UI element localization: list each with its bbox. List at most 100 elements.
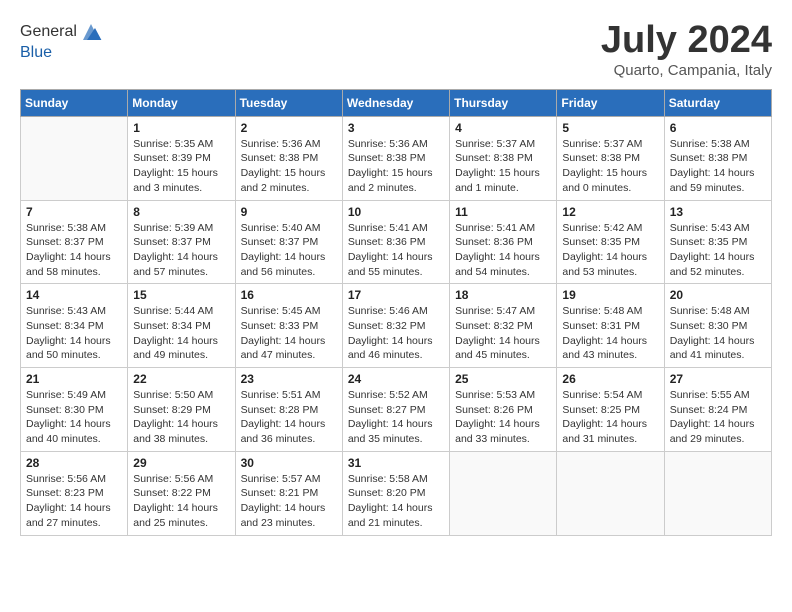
day-info: Sunrise: 5:43 AMSunset: 8:34 PMDaylight:… xyxy=(26,304,122,363)
day-number: 6 xyxy=(670,121,766,135)
day-number: 24 xyxy=(348,372,444,386)
calendar-header-row: SundayMondayTuesdayWednesdayThursdayFrid… xyxy=(21,89,772,116)
day-info: Sunrise: 5:55 AMSunset: 8:24 PMDaylight:… xyxy=(670,388,766,447)
day-number: 18 xyxy=(455,288,551,302)
calendar-cell xyxy=(664,451,771,535)
day-number: 23 xyxy=(241,372,337,386)
calendar-cell: 15Sunrise: 5:44 AMSunset: 8:34 PMDayligh… xyxy=(128,284,235,368)
logo-icon xyxy=(79,20,103,44)
day-info: Sunrise: 5:47 AMSunset: 8:32 PMDaylight:… xyxy=(455,304,551,363)
day-info: Sunrise: 5:51 AMSunset: 8:28 PMDaylight:… xyxy=(241,388,337,447)
calendar-cell: 27Sunrise: 5:55 AMSunset: 8:24 PMDayligh… xyxy=(664,368,771,452)
day-number: 3 xyxy=(348,121,444,135)
calendar-week-4: 21 Sunrise: 5:49 AMSunset: 8:30 PMDayligh… xyxy=(21,368,772,452)
day-info: Sunrise: 5:49 AMSunset: 8:30 PMDaylight:… xyxy=(26,388,122,447)
calendar-cell: 29Sunrise: 5:56 AMSunset: 8:22 PMDayligh… xyxy=(128,451,235,535)
day-number: 30 xyxy=(241,456,337,470)
calendar-cell: 6Sunrise: 5:38 AMSunset: 8:38 PMDaylight… xyxy=(664,116,771,200)
day-info: Sunrise: 5:41 AMSunset: 8:36 PMDaylight:… xyxy=(455,221,551,280)
day-number: 4 xyxy=(455,121,551,135)
calendar-cell xyxy=(557,451,664,535)
day-info: Sunrise: 5:56 AMSunset: 8:22 PMDaylight:… xyxy=(133,472,229,531)
day-number: 22 xyxy=(133,372,229,386)
calendar-cell: 17 Sunrise: 5:46 AMSunset: 8:32 PMDayligh… xyxy=(342,284,449,368)
month-title: July 2024 xyxy=(601,20,772,62)
calendar-cell: 31 Sunrise: 5:58 AMSunset: 8:20 PMDayligh… xyxy=(342,451,449,535)
day-number: 20 xyxy=(670,288,766,302)
calendar-header-tuesday: Tuesday xyxy=(235,89,342,116)
calendar-cell: 21 Sunrise: 5:49 AMSunset: 8:30 PMDayligh… xyxy=(21,368,128,452)
calendar-cell: 23 Sunrise: 5:51 AMSunset: 8:28 PMDayligh… xyxy=(235,368,342,452)
calendar-header-sunday: Sunday xyxy=(21,89,128,116)
day-number: 5 xyxy=(562,121,658,135)
day-info: Sunrise: 5:41 AMSunset: 8:36 PMDaylight:… xyxy=(348,221,444,280)
day-number: 15 xyxy=(133,288,229,302)
calendar-cell: 28Sunrise: 5:56 AMSunset: 8:23 PMDayligh… xyxy=(21,451,128,535)
calendar-header-monday: Monday xyxy=(128,89,235,116)
day-info: Sunrise: 5:40 AMSunset: 8:37 PMDaylight:… xyxy=(241,221,337,280)
day-info: Sunrise: 5:53 AMSunset: 8:26 PMDaylight:… xyxy=(455,388,551,447)
calendar-table: SundayMondayTuesdayWednesdayThursdayFrid… xyxy=(20,89,772,536)
calendar-header-wednesday: Wednesday xyxy=(342,89,449,116)
calendar-cell: 25 Sunrise: 5:53 AMSunset: 8:26 PMDayligh… xyxy=(450,368,557,452)
calendar-cell: 9 Sunrise: 5:40 AMSunset: 8:37 PMDaylight… xyxy=(235,200,342,284)
day-info: Sunrise: 5:48 AMSunset: 8:31 PMDaylight:… xyxy=(562,304,658,363)
day-number: 8 xyxy=(133,205,229,219)
title-block: July 2024 Quarto, Campania, Italy xyxy=(601,20,772,79)
calendar-cell: 30 Sunrise: 5:57 AMSunset: 8:21 PMDayligh… xyxy=(235,451,342,535)
calendar-cell: 20 Sunrise: 5:48 AMSunset: 8:30 PMDayligh… xyxy=(664,284,771,368)
day-number: 17 xyxy=(348,288,444,302)
day-number: 12 xyxy=(562,205,658,219)
page-header: General Blue July 2024 Quarto, Campania,… xyxy=(20,20,772,79)
day-number: 14 xyxy=(26,288,122,302)
calendar-cell xyxy=(21,116,128,200)
day-number: 9 xyxy=(241,205,337,219)
day-info: Sunrise: 5:43 AMSunset: 8:35 PMDaylight:… xyxy=(670,221,766,280)
day-number: 11 xyxy=(455,205,551,219)
day-number: 13 xyxy=(670,205,766,219)
calendar-cell: 5 Sunrise: 5:37 AMSunset: 8:38 PMDaylight… xyxy=(557,116,664,200)
day-number: 10 xyxy=(348,205,444,219)
day-info: Sunrise: 5:36 AMSunset: 8:38 PMDaylight:… xyxy=(241,137,337,196)
day-info: Sunrise: 5:39 AMSunset: 8:37 PMDaylight:… xyxy=(133,221,229,280)
day-number: 26 xyxy=(562,372,658,386)
day-number: 21 xyxy=(26,372,122,386)
day-info: Sunrise: 5:54 AMSunset: 8:25 PMDaylight:… xyxy=(562,388,658,447)
calendar-cell: 13 Sunrise: 5:43 AMSunset: 8:35 PMDayligh… xyxy=(664,200,771,284)
calendar-cell: 19 Sunrise: 5:48 AMSunset: 8:31 PMDayligh… xyxy=(557,284,664,368)
logo-general-text: General xyxy=(20,23,77,41)
day-info: Sunrise: 5:35 AMSunset: 8:39 PMDaylight:… xyxy=(133,137,229,196)
calendar-cell: 7 Sunrise: 5:38 AMSunset: 8:37 PMDaylight… xyxy=(21,200,128,284)
day-info: Sunrise: 5:57 AMSunset: 8:21 PMDaylight:… xyxy=(241,472,337,531)
calendar-cell: 22 Sunrise: 5:50 AMSunset: 8:29 PMDayligh… xyxy=(128,368,235,452)
calendar-cell: 18 Sunrise: 5:47 AMSunset: 8:32 PMDayligh… xyxy=(450,284,557,368)
logo-blue-text: Blue xyxy=(20,44,103,62)
day-info: Sunrise: 5:38 AMSunset: 8:37 PMDaylight:… xyxy=(26,221,122,280)
day-info: Sunrise: 5:42 AMSunset: 8:35 PMDaylight:… xyxy=(562,221,658,280)
day-info: Sunrise: 5:37 AMSunset: 8:38 PMDaylight:… xyxy=(562,137,658,196)
calendar-week-5: 28Sunrise: 5:56 AMSunset: 8:23 PMDayligh… xyxy=(21,451,772,535)
calendar-cell: 12 Sunrise: 5:42 AMSunset: 8:35 PMDayligh… xyxy=(557,200,664,284)
day-info: Sunrise: 5:50 AMSunset: 8:29 PMDaylight:… xyxy=(133,388,229,447)
day-info: Sunrise: 5:48 AMSunset: 8:30 PMDaylight:… xyxy=(670,304,766,363)
location: Quarto, Campania, Italy xyxy=(601,62,772,79)
calendar-cell: 10 Sunrise: 5:41 AMSunset: 8:36 PMDayligh… xyxy=(342,200,449,284)
calendar-week-2: 7 Sunrise: 5:38 AMSunset: 8:37 PMDaylight… xyxy=(21,200,772,284)
calendar-cell xyxy=(450,451,557,535)
calendar-cell: 16Sunrise: 5:45 AMSunset: 8:33 PMDayligh… xyxy=(235,284,342,368)
day-number: 7 xyxy=(26,205,122,219)
day-info: Sunrise: 5:52 AMSunset: 8:27 PMDaylight:… xyxy=(348,388,444,447)
calendar-week-3: 14 Sunrise: 5:43 AMSunset: 8:34 PMDayligh… xyxy=(21,284,772,368)
day-number: 28 xyxy=(26,456,122,470)
day-number: 31 xyxy=(348,456,444,470)
day-number: 19 xyxy=(562,288,658,302)
calendar-cell: 14 Sunrise: 5:43 AMSunset: 8:34 PMDayligh… xyxy=(21,284,128,368)
calendar-header-thursday: Thursday xyxy=(450,89,557,116)
day-info: Sunrise: 5:46 AMSunset: 8:32 PMDaylight:… xyxy=(348,304,444,363)
calendar-header-saturday: Saturday xyxy=(664,89,771,116)
calendar-cell: 11 Sunrise: 5:41 AMSunset: 8:36 PMDayligh… xyxy=(450,200,557,284)
day-number: 25 xyxy=(455,372,551,386)
calendar-cell: 4Sunrise: 5:37 AMSunset: 8:38 PMDaylight… xyxy=(450,116,557,200)
calendar-week-1: 1Sunrise: 5:35 AMSunset: 8:39 PMDaylight… xyxy=(21,116,772,200)
day-info: Sunrise: 5:58 AMSunset: 8:20 PMDaylight:… xyxy=(348,472,444,531)
